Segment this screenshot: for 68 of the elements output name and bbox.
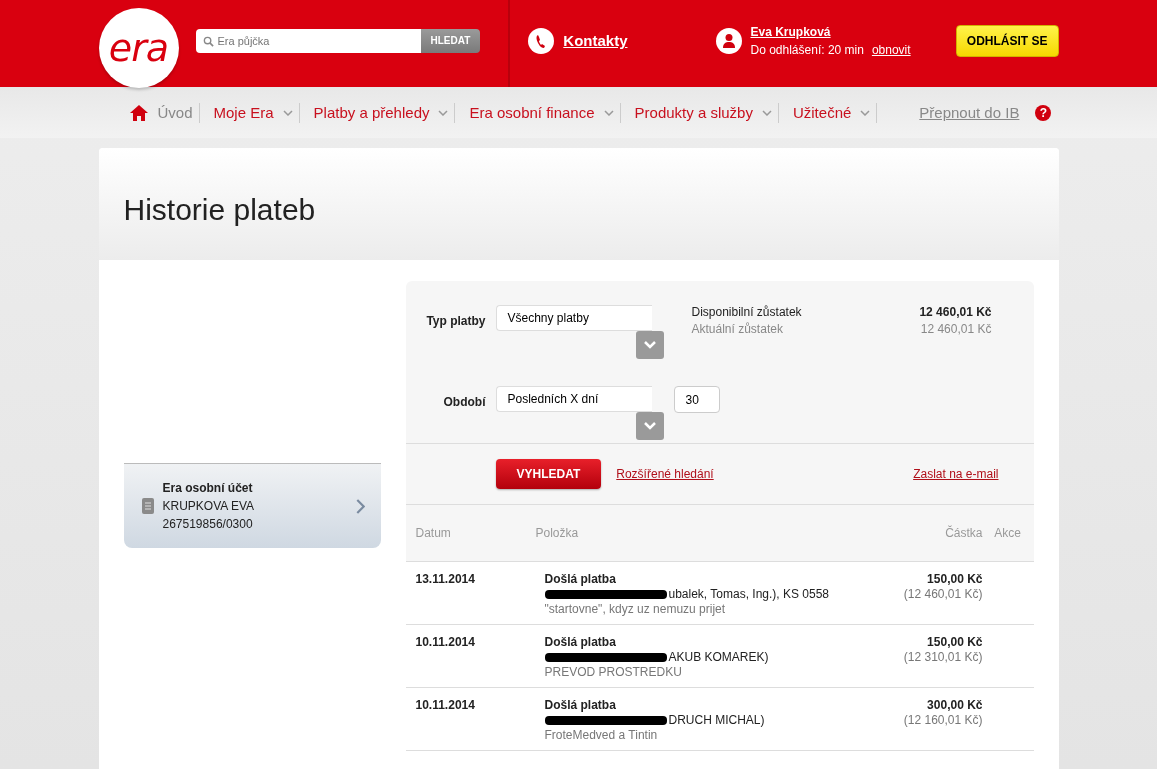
balance-cell: (12 160,01 Kč) (903, 713, 983, 728)
document-icon (141, 498, 154, 514)
era-logo[interactable]: era (98, 7, 179, 88)
balance-value: 12 460,01 Kč (920, 322, 992, 336)
chevron-down-icon (603, 109, 614, 116)
chevron-down-icon[interactable] (635, 331, 664, 359)
payment-note: PREVOD PROSTREDKU (544, 665, 683, 680)
email-link[interactable]: Zaslat na e-mail (913, 467, 999, 481)
column-header: Akce (993, 526, 1022, 540)
search-button[interactable]: HLEDAT (420, 28, 481, 53)
nav-item[interactable]: Úvod (157, 104, 193, 121)
logout-button[interactable]: ODHLÁSIT SE (955, 24, 1059, 57)
date-cell-text: 13.11.2014 (414, 572, 476, 586)
nav-item[interactable]: Moje Era (213, 104, 274, 121)
payment-note: FroteMedved a Tintin (544, 728, 659, 743)
chevron-down-icon (438, 109, 449, 116)
days-field[interactable]: 30 (673, 386, 720, 413)
payment-note: "startovne", kdyz uz nemuzu prijet (544, 602, 727, 617)
balance-cell: (12 310,01 Kč) (903, 650, 983, 665)
account-name: Era osobní účet (162, 480, 254, 497)
column-header: Částka (944, 526, 983, 540)
field-label: Období (442, 394, 487, 409)
page-title: Historie plateb (123, 193, 316, 227)
period-dropdown[interactable]: Posledních X dní (495, 386, 652, 412)
refresh-link[interactable]: obnovit (871, 42, 911, 57)
phone-icon (528, 27, 555, 54)
search-field[interactable]: Era půjčka (195, 28, 421, 53)
amount-cell: 150,00 Kč (927, 635, 983, 650)
balance-label: Aktuální zůstatek (691, 322, 783, 336)
home-icon[interactable] (128, 103, 149, 122)
payment-title: Došlá platba (544, 635, 617, 650)
counterparty-text: AKUB KOMAREK) (668, 650, 769, 665)
chevron-down-icon (282, 109, 293, 116)
field-label: Typ platby (425, 313, 487, 328)
counterparty-text: DRUCH MICHAL) (668, 713, 765, 728)
contacts-link[interactable]: Kontakty (563, 32, 628, 49)
balance-value: 12 460,01 Kč (919, 305, 992, 319)
payment-type-dropdown[interactable]: Všechny platby (495, 305, 652, 331)
column-header: Položka (534, 526, 580, 540)
chevron-right-icon (355, 498, 365, 514)
chevron-down-icon (860, 109, 871, 116)
amount-cell: 300,00 Kč (927, 698, 983, 713)
nav-item[interactable]: Užitečné (792, 104, 852, 121)
payment-title: Došlá platba (544, 698, 617, 713)
logout-timer: Do odhlášení: 20 min (750, 42, 864, 57)
user-icon (715, 27, 742, 54)
balance-cell: (12 460,01 Kč) (903, 587, 983, 602)
account-owner: KRUPKOVA EVA (162, 498, 256, 515)
nav-item[interactable]: Era osobní finance (469, 104, 595, 121)
column-header: Datum (414, 526, 452, 540)
date-cell-text: 10.11.2014 (414, 635, 476, 649)
payment-title: Došlá platba (544, 572, 617, 587)
counterparty-text: ubalek, Tomas, Ing.), KS 0558 (668, 587, 830, 602)
nav-item[interactable]: Platby a přehledy (313, 104, 430, 121)
chevron-down-icon[interactable] (635, 412, 664, 440)
chevron-down-icon (761, 109, 772, 116)
switch-ib-link[interactable]: Přepnout do IB (919, 104, 1020, 121)
advanced-search-link[interactable]: Rozšířené hledání (616, 467, 714, 481)
account-number: 267519856/0300 (162, 516, 254, 533)
amount-cell: 150,00 Kč (927, 572, 983, 587)
help-icon[interactable]: ? (1035, 104, 1052, 121)
date-cell-text: 10.11.2014 (414, 698, 476, 712)
nav-item[interactable]: Produkty a služby (634, 104, 753, 121)
balance-label: Disponibilní zůstatek (691, 305, 802, 319)
account-card[interactable]: Era osobní účet KRUPKOVA EVA 267519856/0300 (123, 463, 381, 548)
search-icon (202, 35, 214, 47)
search-button[interactable]: VYHLEDAT (495, 459, 602, 489)
user-name-link[interactable]: Eva Krupková (750, 24, 911, 39)
